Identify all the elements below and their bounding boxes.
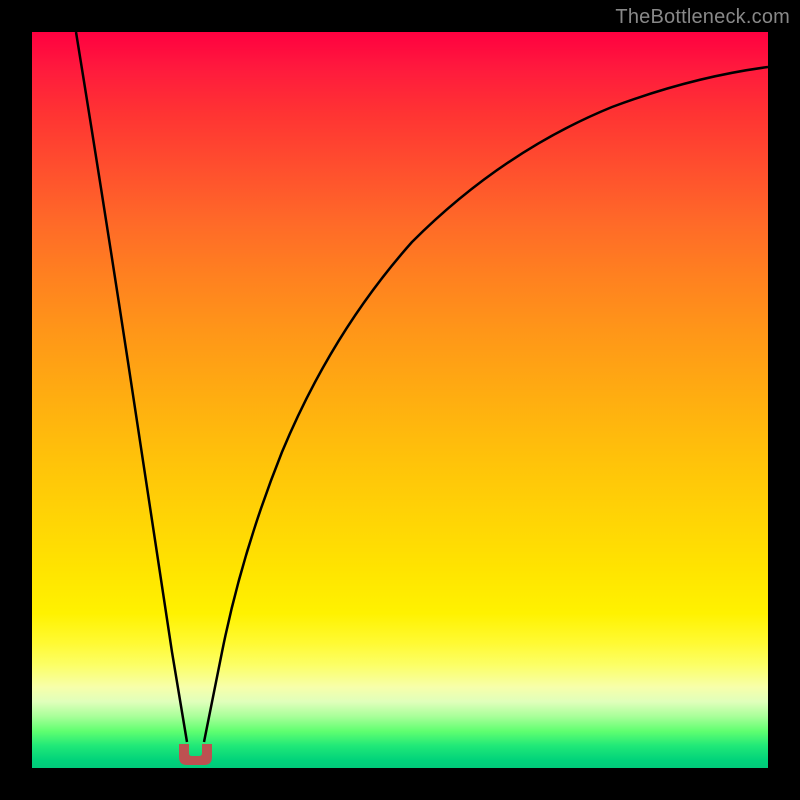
minimum-marker-group: [179, 744, 212, 765]
minimum-u-marker: [179, 744, 212, 765]
curve-svg: [32, 32, 768, 768]
chart-plot-area: [32, 32, 768, 768]
bottleneck-curve-right: [204, 67, 768, 742]
bottleneck-curve-left: [76, 32, 187, 742]
chart-container: [0, 0, 800, 800]
